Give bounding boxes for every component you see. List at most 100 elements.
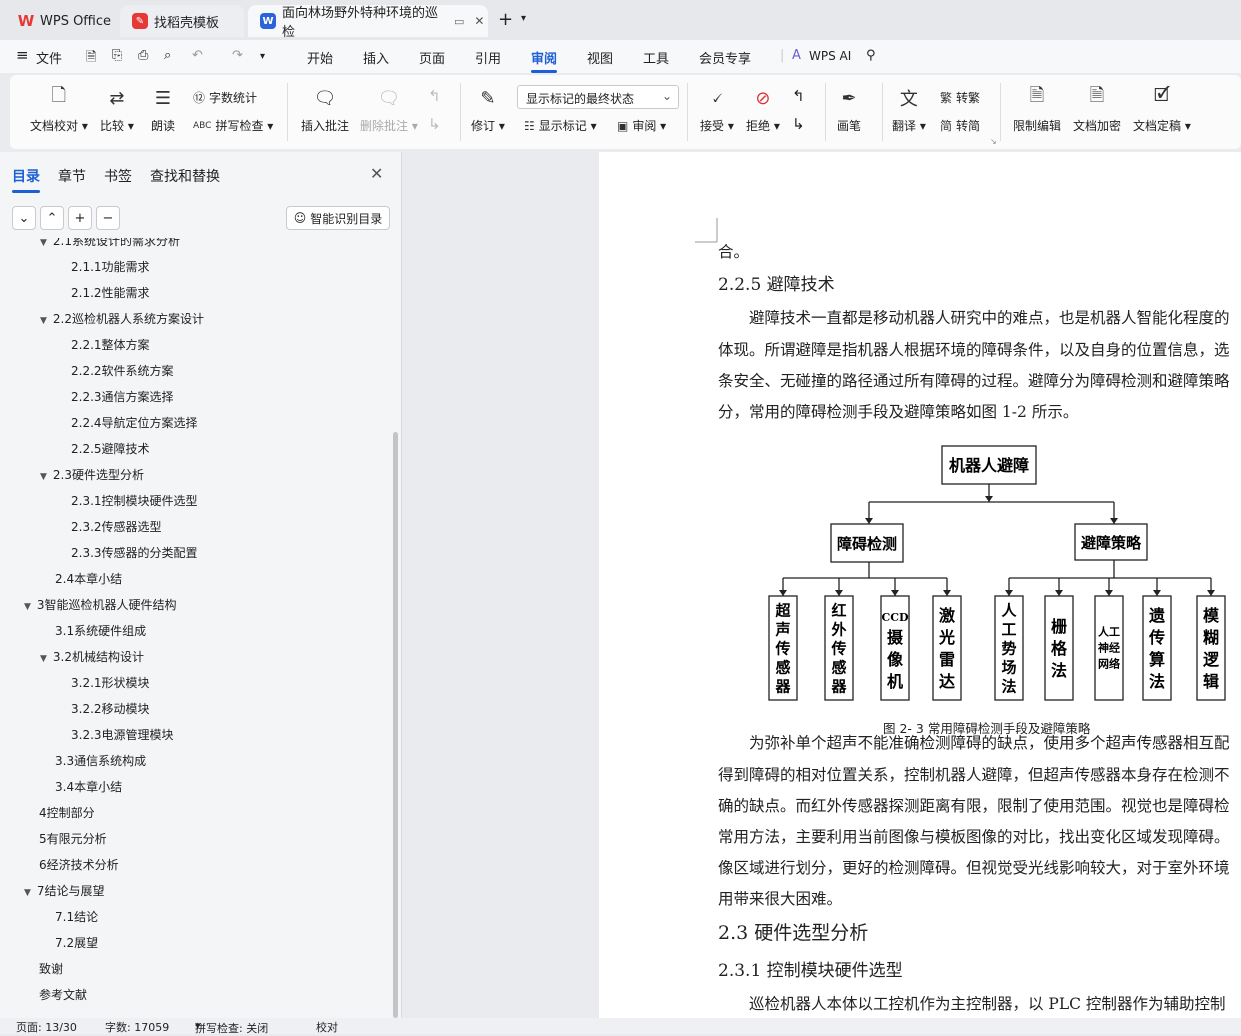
hamburger-icon[interactable]: ≡: [16, 46, 29, 64]
tab-wps-office[interactable]: W WPS Office: [6, 5, 116, 37]
toc-item[interactable]: 4控制部分: [39, 804, 95, 821]
toc-item[interactable]: 2.1.1功能需求: [71, 258, 150, 275]
toc-item[interactable]: 2.3.2传感器选型: [71, 518, 162, 535]
expand-triangle-icon[interactable]: ▼: [40, 316, 47, 326]
toc-item[interactable]: 2.2.3通信方案选择: [71, 388, 174, 405]
expand-triangle-icon[interactable]: ▼: [40, 472, 47, 482]
redo-icon[interactable]: ↷: [232, 48, 243, 63]
spell-check-status[interactable]: 拼写检查: 关闭 ▾: [195, 1019, 268, 1035]
menu-insert[interactable]: 插入: [363, 48, 389, 67]
show-marks-button[interactable]: ☷ 显示标记 ▾: [524, 117, 597, 134]
menu-reference[interactable]: 引用: [475, 48, 501, 67]
toc-item[interactable]: 3.1系统硬件组成: [55, 622, 146, 639]
toc-item[interactable]: 2.3.3传感器的分类配置: [71, 544, 198, 561]
doc-check-button[interactable]: 🗋 文档校对 ▾: [30, 85, 88, 134]
to-simplified-button[interactable]: 简 转简: [940, 117, 980, 134]
expand-icon[interactable]: ↘: [990, 137, 997, 146]
more-icon[interactable]: ▾: [260, 51, 265, 62]
translate-button[interactable]: 文 翻译 ▾: [892, 85, 926, 134]
toc-item[interactable]: 致谢: [39, 960, 63, 977]
finalize-button[interactable]: 🗹 文档定稿 ▾: [1133, 85, 1191, 134]
revise-button[interactable]: ✎ 修订 ▾: [471, 85, 505, 134]
toc-item[interactable]: ▼ 3.2机械结构设计: [40, 648, 144, 665]
toc-item[interactable]: 3.4本章小结: [55, 778, 122, 795]
encrypt-button[interactable]: 🗎 文档加密: [1073, 85, 1121, 134]
toc-item[interactable]: 参考文献: [39, 986, 87, 1003]
display-mode-select[interactable]: 显示标记的最终状态 ⌄: [517, 85, 679, 109]
delete-comment-button[interactable]: 🗨 删除批注 ▾: [360, 85, 418, 134]
toc-item[interactable]: 5有限元分析: [39, 830, 107, 847]
menu-start[interactable]: 开始: [307, 48, 333, 67]
restrict-edit-button[interactable]: 🗎 限制编辑: [1013, 85, 1061, 134]
toc-item[interactable]: 2.4本章小结: [55, 570, 122, 587]
close-icon[interactable]: ✕: [370, 164, 383, 183]
tab-toc[interactable]: 目录: [12, 166, 40, 186]
prev-change-icon[interactable]: ↰: [792, 87, 805, 105]
tab-bookmark[interactable]: 书签: [104, 166, 132, 186]
toc-item[interactable]: 7.2展望: [55, 934, 98, 951]
review-pane-button[interactable]: ▣ 审阅 ▾: [617, 117, 666, 134]
menu-tools[interactable]: 工具: [643, 48, 669, 67]
share-icon[interactable]: ⎘: [112, 48, 122, 63]
read-aloud-button[interactable]: ☰ 朗读: [150, 85, 176, 134]
close-icon[interactable]: ✕: [474, 14, 484, 28]
compare-button[interactable]: ⇄ 比较 ▾: [100, 85, 134, 134]
accept-button[interactable]: 🗸 接受 ▾: [700, 85, 734, 134]
toc-item[interactable]: ▼ 3智能巡检机器人硬件结构: [24, 596, 177, 613]
toc-item[interactable]: 2.2.4导航定位方案选择: [71, 414, 198, 431]
toc-item[interactable]: 2.2.2软件系统方案: [71, 362, 174, 379]
toc-item[interactable]: 2.3.1控制模块硬件选型: [71, 492, 198, 509]
toc-item[interactable]: 6经济技术分析: [39, 856, 119, 873]
smart-toc-button[interactable]: ☺ 智能识别目录: [286, 206, 390, 230]
spell-check-button[interactable]: ABC 拼写检查 ▾: [193, 117, 273, 134]
menu-file[interactable]: 文件: [36, 48, 62, 67]
toc-item[interactable]: ▼ 2.1系统设计的需求分析: [40, 238, 180, 249]
tab-chapter[interactable]: 章节: [58, 166, 86, 186]
prev-comment-icon[interactable]: ↰: [428, 87, 441, 105]
save-icon[interactable]: 🗎: [86, 48, 96, 70]
tab-document[interactable]: W 面向林场野外特种环境的巡检 ▭ ✕: [248, 5, 488, 40]
insert-comment-button[interactable]: 🗨 插入批注: [301, 85, 349, 134]
expand-triangle-icon[interactable]: ▼: [40, 654, 47, 664]
word-count-indicator[interactable]: 字数: 17059: [105, 1019, 169, 1035]
reject-button[interactable]: ⊘ 拒绝 ▾: [746, 85, 780, 134]
expand-triangle-icon[interactable]: ▼: [24, 602, 31, 612]
promote-button[interactable]: +: [68, 206, 92, 230]
toc-item[interactable]: 7.1结论: [55, 908, 98, 925]
toc-item[interactable]: ▼ 7结论与展望: [24, 882, 105, 899]
to-traditional-button[interactable]: 繁 转繁: [940, 89, 980, 106]
demote-button[interactable]: −: [96, 206, 120, 230]
expand-all-button[interactable]: ⌄: [12, 206, 36, 230]
menu-member[interactable]: 会员专享: [699, 48, 751, 67]
toc-scrollbar[interactable]: [393, 432, 398, 1018]
toc-item[interactable]: 3.2.1形状模块: [71, 674, 150, 691]
expand-triangle-icon[interactable]: ▼: [40, 238, 47, 248]
tab-docer[interactable]: ✎ 找稻壳模板: [120, 5, 244, 37]
toc-item[interactable]: 3.2.2移动模块: [71, 700, 150, 717]
document-page[interactable]: 合。 2.2.5 避障技术 避障技术一直都是移动机器人研究中的难点，也是机器人智…: [599, 152, 1241, 1018]
menu-wps-ai[interactable]: WPS AI: [809, 49, 851, 63]
undo-icon[interactable]: ↶: [192, 48, 203, 63]
word-count-button[interactable]: ⑫ 字数统计: [193, 89, 257, 106]
toc-item[interactable]: 2.2.1整体方案: [71, 336, 150, 353]
toc-item[interactable]: 3.3通信系统构成: [55, 752, 146, 769]
expand-triangle-icon[interactable]: ▼: [24, 888, 31, 898]
menu-review[interactable]: 审阅: [531, 48, 557, 67]
menu-page[interactable]: 页面: [419, 48, 445, 67]
collapse-all-button[interactable]: ⌃: [40, 206, 64, 230]
next-change-icon[interactable]: ↳: [792, 115, 805, 133]
next-comment-icon[interactable]: ↳: [428, 115, 441, 133]
pen-button[interactable]: ✒ 画笔: [836, 85, 862, 134]
proofread-status[interactable]: 校对: [316, 1019, 338, 1035]
menu-view[interactable]: 视图: [587, 48, 613, 67]
toc-item[interactable]: 2.1.2性能需求: [71, 284, 150, 301]
print-preview-icon[interactable]: ⌕: [164, 48, 171, 63]
chevron-down-icon[interactable]: ▾: [521, 13, 526, 24]
search-icon[interactable]: ⚲: [866, 48, 876, 63]
tab-find-replace[interactable]: 查找和替换: [150, 166, 220, 186]
toc-item[interactable]: 3.2.3电源管理模块: [71, 726, 174, 743]
toc-item[interactable]: ▼ 2.3硬件选型分析: [40, 466, 144, 483]
page-indicator[interactable]: 页面: 13/30: [16, 1019, 77, 1035]
toc-item[interactable]: 2.2.5避障技术: [71, 440, 150, 457]
print-icon[interactable]: ⎙: [138, 48, 148, 63]
